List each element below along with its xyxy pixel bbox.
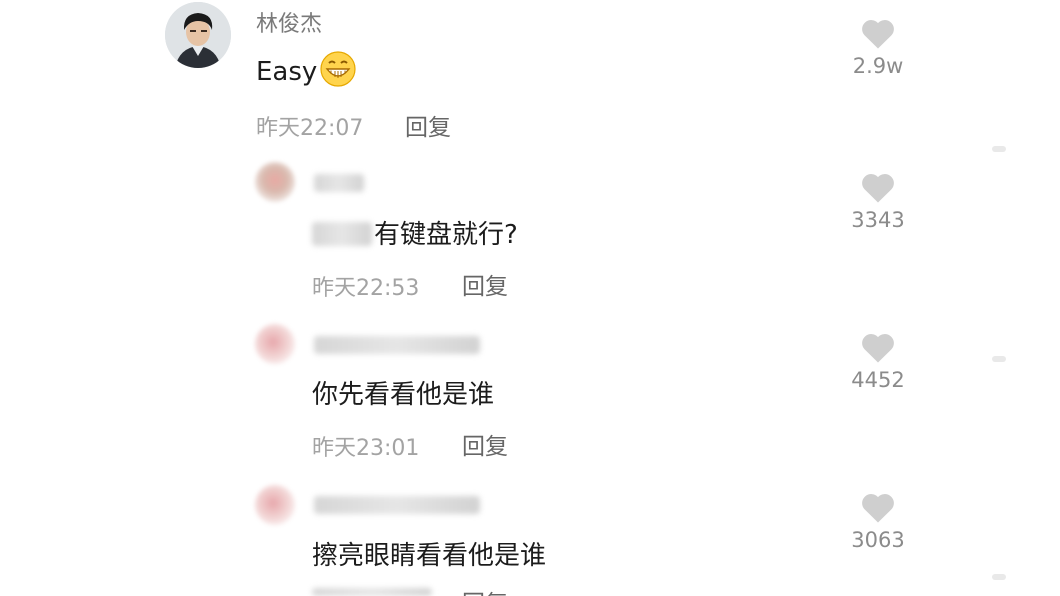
blurred-author-name — [314, 336, 480, 354]
avatar[interactable] — [255, 485, 295, 525]
like-count: 3343 — [851, 208, 905, 232]
blurred-author-name — [314, 174, 364, 192]
heart-icon — [862, 174, 894, 203]
grinning-face-emoji-icon — [319, 50, 357, 88]
like-button[interactable]: 3343 — [838, 170, 918, 232]
blurred-text-prefix — [312, 222, 372, 246]
like-button[interactable]: 3063 — [838, 490, 918, 552]
scroll-indicator — [992, 146, 1006, 152]
heart-icon — [862, 20, 894, 49]
reply-button[interactable]: 回复 — [462, 427, 508, 461]
avatar[interactable] — [255, 324, 295, 364]
avatar-portrait-icon — [165, 2, 231, 68]
comment-timestamp: 昨天22:07 — [256, 116, 364, 141]
comment-text: 有键盘就行? — [374, 220, 518, 250]
avatar[interactable] — [165, 2, 231, 68]
comment-text: Easy — [256, 50, 357, 88]
comment-text: 擦亮眼睛看看他是谁 — [312, 541, 547, 571]
like-count: 2.9w — [852, 54, 904, 78]
avatar[interactable] — [255, 162, 295, 202]
like-count: 4452 — [851, 368, 905, 392]
scroll-indicator — [992, 574, 1006, 580]
blurred-author-name — [314, 496, 480, 514]
like-button[interactable]: 2.9w — [838, 16, 918, 78]
comment-timestamp: 昨天22:53 — [312, 276, 420, 301]
comment-timestamp-partial — [312, 588, 432, 596]
reply-button[interactable]: 回复 — [405, 108, 451, 142]
reply-button[interactable]: 回复 — [462, 584, 508, 596]
heart-icon — [862, 494, 894, 523]
like-button[interactable]: 4452 — [838, 330, 918, 392]
comment-text: 你先看看他是谁 — [312, 380, 495, 410]
author-name[interactable]: 林俊杰 — [256, 6, 322, 38]
heart-icon — [862, 334, 894, 363]
reply-button[interactable]: 回复 — [462, 267, 508, 301]
like-count: 3063 — [851, 528, 905, 552]
comment-text-content: Easy — [256, 57, 318, 87]
scroll-indicator — [992, 356, 1006, 362]
comment-timestamp: 昨天23:01 — [312, 436, 420, 461]
